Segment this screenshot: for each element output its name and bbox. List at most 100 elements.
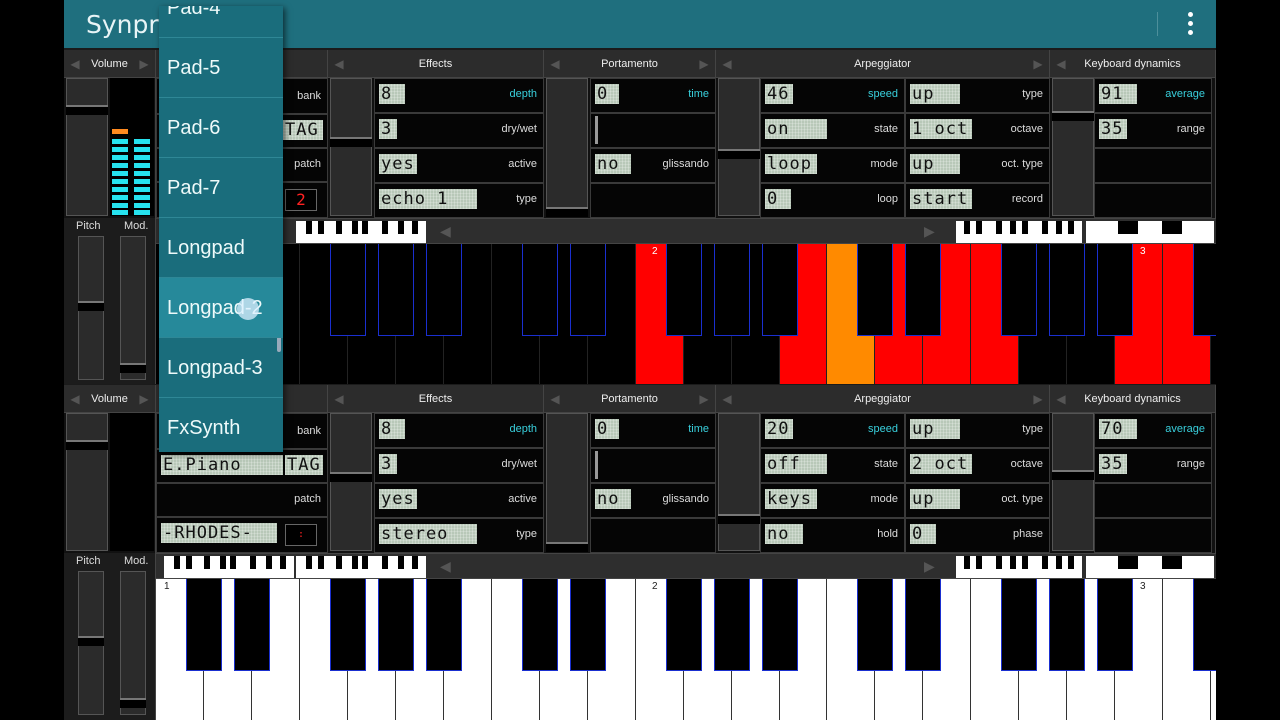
arrow-left-icon[interactable]: ◀ bbox=[330, 385, 348, 413]
arrow-right-icon[interactable]: ▶ bbox=[1029, 50, 1047, 78]
synth1-record-row[interactable]: start record bbox=[905, 183, 1050, 218]
black-key[interactable] bbox=[185, 579, 222, 671]
dropdown-item[interactable]: Longpad-3 bbox=[159, 338, 283, 398]
synth2-mini-keyboard-right[interactable] bbox=[956, 556, 1082, 578]
black-key[interactable] bbox=[1049, 579, 1086, 671]
synth2-arptype-row[interactable]: up type bbox=[905, 413, 1050, 448]
dropdown-item[interactable]: Pad-7 bbox=[159, 158, 283, 218]
synth2-patch-row[interactable]: patch bbox=[156, 483, 328, 517]
synth2-drywet-row[interactable]: 3 dry/wet bbox=[374, 448, 544, 483]
synth1-glissando-row[interactable]: no glissando bbox=[590, 148, 716, 183]
dropdown-item[interactable]: Longpad-2 bbox=[159, 278, 283, 338]
synth1-octtype-row[interactable]: up oct. type bbox=[905, 148, 1050, 183]
synth2-average-row[interactable]: 70 average bbox=[1094, 413, 1212, 448]
arrow-left-icon[interactable]: ◀ bbox=[1052, 385, 1070, 413]
synth2-keyboard[interactable]: 1 2 3 bbox=[156, 579, 1216, 720]
synth1-mini-keyboard-right[interactable] bbox=[956, 221, 1082, 243]
black-key[interactable] bbox=[521, 579, 558, 671]
black-key[interactable] bbox=[1097, 244, 1134, 336]
black-key[interactable] bbox=[569, 579, 606, 671]
black-key[interactable] bbox=[713, 244, 750, 336]
black-key[interactable] bbox=[1193, 244, 1216, 336]
synth2-mod-knob[interactable] bbox=[120, 698, 146, 708]
synth2-mini-keyboard-zoom[interactable] bbox=[1086, 556, 1214, 578]
black-key[interactable] bbox=[665, 579, 702, 671]
arrow-right-icon[interactable]: ▶ bbox=[135, 385, 153, 413]
synth1-mini-keyboard-left[interactable] bbox=[296, 221, 426, 243]
synth2-dynamics-knob[interactable] bbox=[1052, 470, 1094, 480]
synth2-portamento-knob[interactable] bbox=[546, 542, 588, 552]
black-key[interactable] bbox=[1001, 244, 1038, 336]
synth1-loop-row[interactable]: 0 loop bbox=[760, 183, 905, 218]
synth2-hold-row[interactable]: no hold bbox=[760, 518, 905, 553]
synth2-program-row[interactable]: -RHODES- : bbox=[156, 517, 328, 553]
synth1-arptype-row[interactable]: up type bbox=[905, 78, 1050, 113]
synth2-volume-slider[interactable] bbox=[66, 413, 108, 551]
synth1-effects-slider[interactable] bbox=[330, 78, 372, 216]
synth1-octave-row[interactable]: 1 oct octave bbox=[905, 113, 1050, 148]
synth1-drywet-row[interactable]: 3 dry/wet bbox=[374, 113, 544, 148]
black-key[interactable] bbox=[1193, 579, 1216, 671]
synth1-effects-knob[interactable] bbox=[330, 137, 372, 147]
synth2-range-row[interactable]: 35 range bbox=[1094, 448, 1212, 483]
synth2-arp-knob[interactable] bbox=[718, 514, 760, 524]
scroll-right-icon[interactable]: ▶ bbox=[924, 223, 935, 240]
scroll-right-icon[interactable]: ▶ bbox=[924, 558, 935, 575]
synth2-depth-row[interactable]: 8 depth bbox=[374, 413, 544, 448]
synth1-fxtype-row[interactable]: echo 1 type bbox=[374, 183, 544, 218]
black-key[interactable] bbox=[425, 244, 462, 336]
synth1-active-row[interactable]: yes active bbox=[374, 148, 544, 183]
black-key[interactable] bbox=[905, 579, 942, 671]
synth1-portamento-knob[interactable] bbox=[546, 207, 588, 217]
black-key[interactable] bbox=[569, 244, 606, 336]
synth2-pitch-wheel[interactable] bbox=[78, 571, 104, 715]
synth1-dynamics-knob[interactable] bbox=[1052, 111, 1094, 121]
synth2-fxtype-row[interactable]: stereo type bbox=[374, 518, 544, 553]
synth2-mini-keyboard-left[interactable] bbox=[164, 556, 294, 578]
synth2-dynamics-slider[interactable] bbox=[1052, 413, 1094, 551]
synth1-portamento-bar[interactable] bbox=[590, 113, 716, 148]
black-key[interactable] bbox=[1001, 579, 1038, 671]
black-key[interactable] bbox=[857, 244, 894, 336]
synth1-speed-row[interactable]: 46 speed bbox=[760, 78, 905, 113]
arrow-left-icon[interactable]: ◀ bbox=[546, 385, 564, 413]
black-key[interactable] bbox=[761, 579, 798, 671]
overflow-menu-icon[interactable] bbox=[1186, 12, 1194, 36]
synth2-octave-row[interactable]: 2 oct octave bbox=[905, 448, 1050, 483]
arrow-left-icon[interactable]: ◀ bbox=[718, 50, 736, 78]
arrow-left-icon[interactable]: ◀ bbox=[330, 50, 348, 78]
synth2-mod-wheel[interactable] bbox=[120, 571, 146, 715]
arrow-left-icon[interactable]: ◀ bbox=[1052, 50, 1070, 78]
black-key[interactable] bbox=[233, 579, 270, 671]
synth1-mod-wheel[interactable] bbox=[120, 236, 146, 380]
black-key[interactable] bbox=[425, 579, 462, 671]
synth2-portamento-bar[interactable] bbox=[590, 448, 716, 483]
arrow-left-icon[interactable]: ◀ bbox=[66, 50, 84, 78]
synth1-depth-row[interactable]: 8 depth bbox=[374, 78, 544, 113]
synth2-speed-row[interactable]: 20 speed bbox=[760, 413, 905, 448]
synth2-portamento-slider[interactable] bbox=[546, 413, 588, 552]
synth1-dynamics-slider[interactable] bbox=[1052, 78, 1094, 216]
arrow-left-icon[interactable]: ◀ bbox=[718, 385, 736, 413]
synth1-state-row[interactable]: on state bbox=[760, 113, 905, 148]
synth2-active-row[interactable]: yes active bbox=[374, 483, 544, 518]
synth1-volume-slider[interactable] bbox=[66, 78, 108, 216]
synth1-arp-knob[interactable] bbox=[718, 149, 760, 159]
dropdown-item[interactable]: Pad-5 bbox=[159, 38, 283, 98]
synth2-octtype-row[interactable]: up oct. type bbox=[905, 483, 1050, 518]
scroll-left-icon[interactable]: ◀ bbox=[440, 558, 451, 575]
black-key[interactable] bbox=[329, 244, 366, 336]
black-key[interactable] bbox=[521, 244, 558, 336]
black-key[interactable] bbox=[377, 579, 414, 671]
black-key[interactable] bbox=[377, 244, 414, 336]
synth2-mode-row[interactable]: keys mode bbox=[760, 483, 905, 518]
black-key[interactable] bbox=[329, 579, 366, 671]
black-key[interactable] bbox=[761, 244, 798, 336]
synth1-pitch-wheel[interactable] bbox=[78, 236, 104, 380]
arrow-right-icon[interactable]: ▶ bbox=[1029, 385, 1047, 413]
synth1-pitch-knob[interactable] bbox=[78, 301, 104, 311]
black-key[interactable] bbox=[905, 244, 942, 336]
black-key[interactable] bbox=[1097, 579, 1134, 671]
synth2-effects-knob[interactable] bbox=[330, 472, 372, 482]
dropdown-item[interactable]: Pad-4 bbox=[159, 6, 283, 38]
